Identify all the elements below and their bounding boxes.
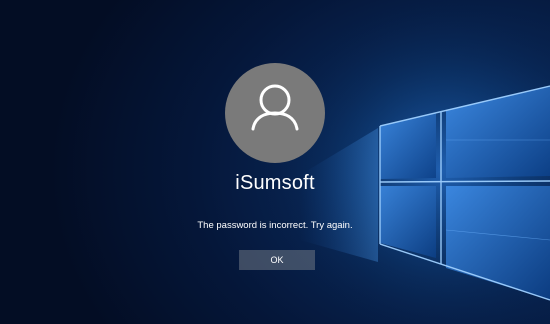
login-panel: iSumsoft The password is incorrect. Try … [0,0,550,324]
user-icon [251,84,299,131]
user-avatar [225,63,325,163]
lock-screen: iSumsoft The password is incorrect. Try … [0,0,550,324]
username-label: iSumsoft [235,172,315,194]
error-message: The password is incorrect. Try again. [197,220,353,231]
ok-button[interactable]: OK [239,250,315,270]
